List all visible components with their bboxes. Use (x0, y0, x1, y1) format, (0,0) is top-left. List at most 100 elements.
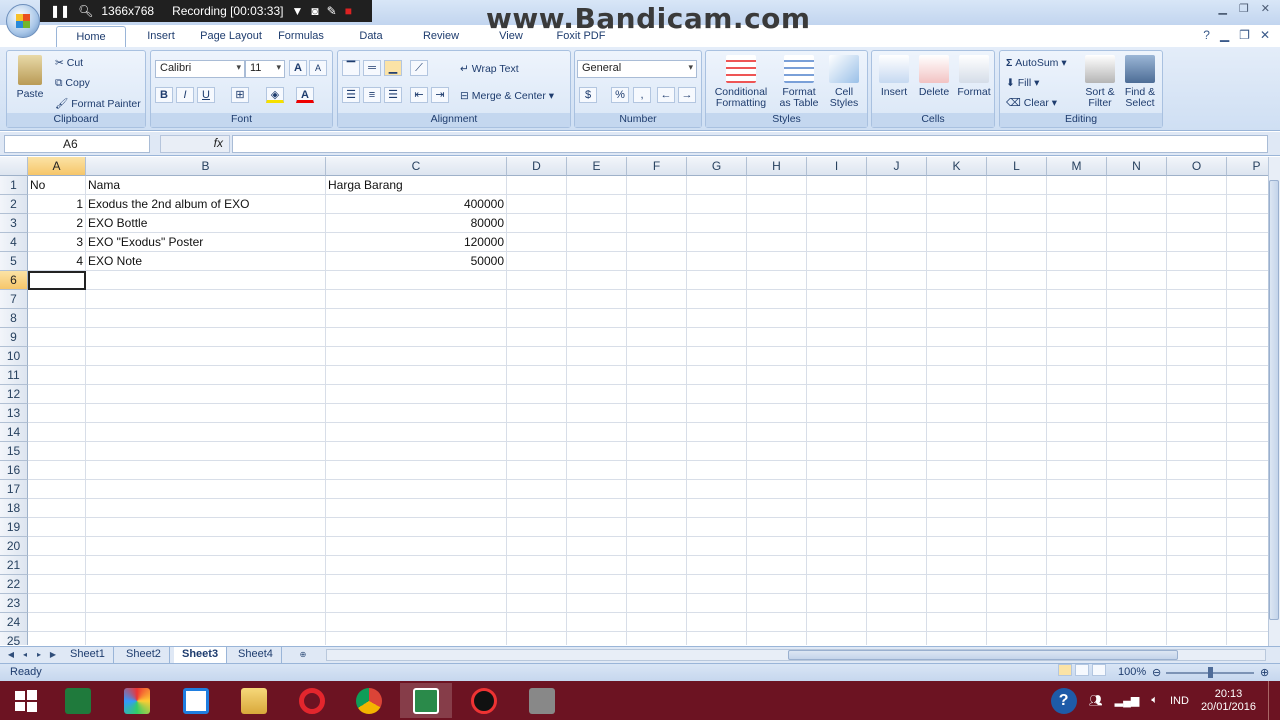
taskbar-opera[interactable] (286, 683, 338, 718)
cell-p21[interactable] (1227, 556, 1268, 575)
cell-f4[interactable] (627, 233, 687, 252)
cell-k7[interactable] (927, 290, 987, 309)
cell-e6[interactable] (567, 271, 627, 290)
cell-n14[interactable] (1107, 423, 1167, 442)
cell-b21[interactable] (86, 556, 326, 575)
cell-h21[interactable] (747, 556, 807, 575)
cell-l3[interactable] (987, 214, 1047, 233)
taskbar-file-explorer[interactable] (228, 683, 280, 718)
cell-k25[interactable] (927, 632, 987, 645)
cell-g12[interactable] (687, 385, 747, 404)
cell-g17[interactable] (687, 480, 747, 499)
cell-a18[interactable] (28, 499, 86, 518)
cell-i20[interactable] (807, 537, 867, 556)
cell-n12[interactable] (1107, 385, 1167, 404)
row-header-20[interactable]: 20 (0, 537, 28, 556)
cell-f17[interactable] (627, 480, 687, 499)
cell-b7[interactable] (86, 290, 326, 309)
wrap-text-button[interactable]: ↵ Wrap Text (460, 63, 519, 75)
cell-l12[interactable] (987, 385, 1047, 404)
cell-d12[interactable] (507, 385, 567, 404)
cell-a23[interactable] (28, 594, 86, 613)
cell-p8[interactable] (1227, 309, 1268, 328)
cell-k18[interactable] (927, 499, 987, 518)
cell-d10[interactable] (507, 347, 567, 366)
cell-a21[interactable] (28, 556, 86, 575)
cell-d7[interactable] (507, 290, 567, 309)
sort-filter-button[interactable]: Sort & Filter (1082, 55, 1118, 109)
taskbar-dropbox[interactable] (170, 683, 222, 718)
cell-b22[interactable] (86, 575, 326, 594)
notification-icon[interactable] (1268, 681, 1272, 720)
cell-i2[interactable] (807, 195, 867, 214)
column-header-l[interactable]: L (987, 157, 1047, 176)
taskbar-bandicam[interactable] (458, 683, 510, 718)
cell-f11[interactable] (627, 366, 687, 385)
cell-j9[interactable] (867, 328, 927, 347)
cell-g1[interactable] (687, 176, 747, 195)
cell-c22[interactable] (326, 575, 507, 594)
borders-button[interactable]: ⊞ (231, 87, 249, 103)
formula-input[interactable] (232, 135, 1268, 153)
cell-g15[interactable] (687, 442, 747, 461)
cell-i4[interactable] (807, 233, 867, 252)
cell-b15[interactable] (86, 442, 326, 461)
tab-data[interactable]: Data (336, 26, 406, 48)
first-sheet-icon[interactable]: ◀ (6, 649, 16, 661)
cell-a2[interactable]: 1 (28, 195, 86, 214)
cell-a9[interactable] (28, 328, 86, 347)
cell-p1[interactable] (1227, 176, 1268, 195)
cell-a11[interactable] (28, 366, 86, 385)
tab-review[interactable]: Review (406, 26, 476, 48)
cell-e21[interactable] (567, 556, 627, 575)
help-icon[interactable]: ? (1050, 687, 1077, 714)
pause-icon[interactable]: ❚❚ (50, 4, 70, 18)
underline-button[interactable]: U (197, 87, 215, 103)
cell-i5[interactable] (807, 252, 867, 271)
start-button[interactable] (0, 683, 52, 718)
cell-i3[interactable] (807, 214, 867, 233)
cell-m23[interactable] (1047, 594, 1107, 613)
cell-p9[interactable] (1227, 328, 1268, 347)
cell-i9[interactable] (807, 328, 867, 347)
cell-j23[interactable] (867, 594, 927, 613)
cell-k2[interactable] (927, 195, 987, 214)
shrink-font-button[interactable]: A (309, 60, 327, 76)
cell-j11[interactable] (867, 366, 927, 385)
cell-h13[interactable] (747, 404, 807, 423)
cell-i14[interactable] (807, 423, 867, 442)
cell-f2[interactable] (627, 195, 687, 214)
cell-h19[interactable] (747, 518, 807, 537)
cell-e11[interactable] (567, 366, 627, 385)
cell-b25[interactable] (86, 632, 326, 645)
cell-j1[interactable] (867, 176, 927, 195)
cell-n17[interactable] (1107, 480, 1167, 499)
cell-g13[interactable] (687, 404, 747, 423)
cell-m11[interactable] (1047, 366, 1107, 385)
cell-e12[interactable] (567, 385, 627, 404)
cell-o10[interactable] (1167, 347, 1227, 366)
row-header-3[interactable]: 3 (0, 214, 28, 233)
cell-h17[interactable] (747, 480, 807, 499)
input-language[interactable]: IND (1170, 695, 1189, 707)
column-header-b[interactable]: B (86, 157, 326, 176)
cell-h12[interactable] (747, 385, 807, 404)
cell-p20[interactable] (1227, 537, 1268, 556)
column-header-k[interactable]: K (927, 157, 987, 176)
cell-d21[interactable] (507, 556, 567, 575)
restore-icon[interactable]: ❐ (1239, 2, 1249, 15)
cell-f9[interactable] (627, 328, 687, 347)
cell-j5[interactable] (867, 252, 927, 271)
cell-p13[interactable] (1227, 404, 1268, 423)
cell-k14[interactable] (927, 423, 987, 442)
cell-j25[interactable] (867, 632, 927, 645)
cell-i16[interactable] (807, 461, 867, 480)
grow-font-button[interactable]: A (289, 60, 307, 76)
percent-button[interactable]: % (611, 87, 629, 103)
cell-f10[interactable] (627, 347, 687, 366)
row-header-21[interactable]: 21 (0, 556, 28, 575)
cell-c15[interactable] (326, 442, 507, 461)
cell-a12[interactable] (28, 385, 86, 404)
zoom-out-icon[interactable]: ⊖ (1152, 665, 1161, 682)
cell-g2[interactable] (687, 195, 747, 214)
